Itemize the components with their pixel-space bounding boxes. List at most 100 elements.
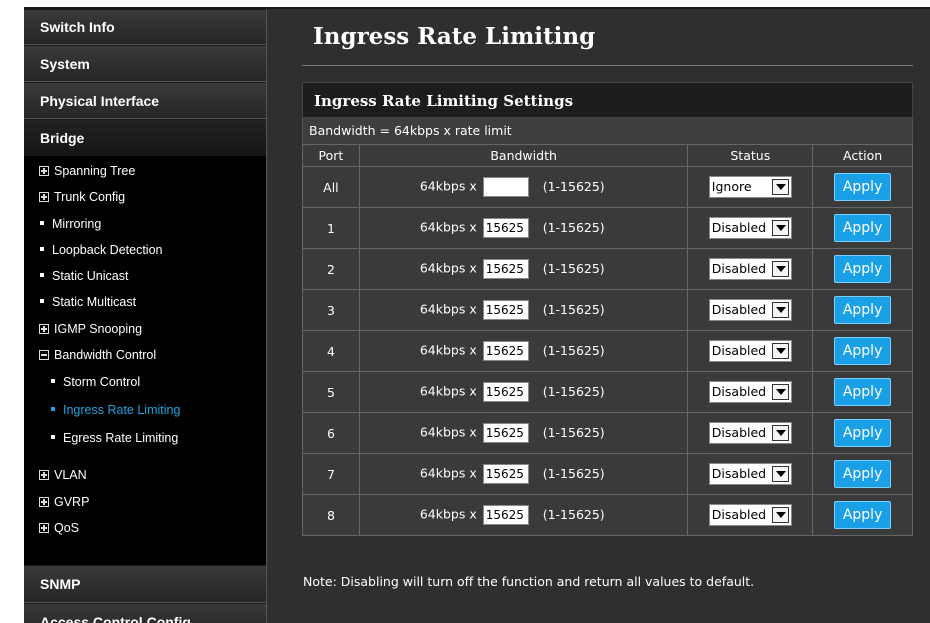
bullet-icon [40,273,44,278]
expand-icon[interactable] [39,192,49,203]
sidebar-section-physical-interface[interactable]: Physical Interface [24,82,266,119]
sidebar-item-static-unicast[interactable]: Static Unicast [24,263,266,289]
expand-icon[interactable] [39,496,49,507]
bandwidth-prefix: 64kbps x [419,342,477,358]
bandwidth-prefix: 64kbps x [419,260,477,276]
expand-icon[interactable] [39,522,49,533]
sidebar-bottom-sections: SNMP Access Control Config [24,565,266,623]
sidebar-item-label: Storm Control [63,375,141,390]
apply-button[interactable]: Apply [834,419,892,447]
sidebar-item-label: Static Multicast [52,295,137,310]
sidebar-item-storm-control[interactable]: Storm Control [24,368,266,396]
status-select[interactable]: Disabled [708,381,792,403]
column-header-status: Status [687,144,814,167]
sidebar-section-access-control[interactable]: Access Control Config [24,603,266,623]
collapse-icon[interactable] [39,350,49,361]
status-select[interactable]: Disabled [708,504,792,526]
rate-limit-input[interactable] [482,341,529,361]
rate-limit-input[interactable] [482,505,529,525]
sidebar-item-static-multicast[interactable]: Static Multicast [24,289,266,315]
status-select[interactable]: Disabled [708,299,792,321]
action-cell: Apply [812,371,913,413]
rate-limit-input[interactable] [482,382,529,402]
action-cell: Apply [812,494,913,536]
sidebar-item-egress-rate-limiting[interactable]: Egress Rate Limiting [24,424,266,452]
expand-icon[interactable] [39,323,49,334]
expand-icon[interactable] [39,470,49,481]
apply-button[interactable]: Apply [834,255,892,283]
chevron-down-icon[interactable] [771,220,789,236]
status-cell: Disabled [687,207,814,249]
status-select[interactable]: Ignore [708,176,792,198]
column-header-action: Action [812,144,913,167]
sidebar-item-ingress-rate-limiting[interactable]: Ingress Rate Limiting [24,396,266,424]
sidebar-item-mirroring[interactable]: Mirroring [24,211,266,237]
sidebar-item-spanning-tree[interactable]: Spanning Tree [24,158,266,184]
rate-limit-input[interactable] [482,423,529,443]
range-hint: (1-15625) [542,342,605,358]
chevron-down-icon[interactable] [771,425,789,441]
sidebar-item-label: Spanning Tree [54,164,136,178]
bullet-icon [51,379,55,384]
apply-button[interactable]: Apply [834,501,892,529]
rate-limit-input[interactable] [482,300,529,320]
sidebar-item-loopback-detection[interactable]: Loopback Detection [24,237,266,263]
apply-button[interactable]: Apply [834,378,892,406]
bandwidth-prefix: 64kbps x [419,219,477,235]
rate-limit-input[interactable] [482,218,529,238]
sidebar-section-system[interactable]: System [24,45,266,82]
sidebar-section-bridge[interactable]: Bridge [24,119,266,156]
apply-button[interactable]: Apply [834,173,892,201]
page-title: Ingress Rate Limiting [313,23,596,50]
chevron-down-icon[interactable] [771,179,789,195]
apply-button[interactable]: Apply [834,337,892,365]
apply-button[interactable]: Apply [834,460,892,488]
range-hint: (1-15625) [542,424,605,440]
status-select[interactable]: Disabled [708,463,792,485]
apply-button[interactable]: Apply [834,214,892,242]
action-cell: Apply [812,207,913,249]
sidebar-item-label: Static Unicast [52,269,129,284]
sidebar-item-qos[interactable]: QoS [24,515,266,541]
chevron-down-icon[interactable] [771,302,789,318]
expand-icon[interactable] [39,166,49,176]
sidebar-section-switch-info[interactable]: Switch Info [24,9,266,45]
status-select[interactable]: Disabled [708,258,792,280]
bandwidth-prefix: 64kbps x [419,506,477,522]
sidebar-item-trunk-config[interactable]: Trunk Config [24,184,266,210]
sidebar-item-igmp-snooping[interactable]: IGMP Snooping [24,316,266,342]
chevron-down-icon[interactable] [771,384,789,400]
bandwidth-cell: 64kbps x (1-15625) [358,330,689,372]
rate-limit-input[interactable] [482,259,529,279]
chevron-down-icon[interactable] [771,261,789,277]
chevron-down-icon[interactable] [771,507,789,523]
bullet-icon [51,407,55,412]
range-hint: (1-15625) [542,260,605,276]
bandwidth-prefix: 64kbps x [419,383,477,399]
bandwidth-prefix: 64kbps x [419,465,477,481]
range-hint: (1-15625) [542,178,605,194]
sidebar-item-vlan[interactable]: VLAN [24,462,266,488]
sidebar-section-snmp[interactable]: SNMP [24,565,266,603]
sidebar-item-gvrp[interactable]: GVRP [24,489,266,515]
rate-limit-input[interactable] [482,464,529,484]
bullet-icon [51,435,55,440]
status-select[interactable]: Disabled [708,422,792,444]
port-cell: 7 [302,453,360,495]
bandwidth-cell: 64kbps x (1-15625) [358,371,689,413]
status-selected-value: Disabled [711,425,767,440]
bandwidth-prefix: 64kbps x [419,178,477,194]
sidebar-item-label: QoS [54,520,80,535]
status-select[interactable]: Disabled [708,340,792,362]
status-select[interactable]: Disabled [708,217,792,239]
sidebar-item-label: Mirroring [52,216,102,231]
chevron-down-icon[interactable] [771,466,789,482]
chevron-down-icon[interactable] [771,343,789,359]
apply-button[interactable]: Apply [834,296,892,324]
action-cell: Apply [812,453,913,495]
rate-limit-input[interactable] [482,177,529,197]
column-header-port: Port [302,144,360,167]
sidebar-item-bandwidth-control[interactable]: Bandwidth Control [24,342,266,368]
table-row: 5 64kbps x (1-15625) Disabled Apply [302,371,913,413]
sidebar: Switch Info System Physical Interface Br… [24,9,266,623]
